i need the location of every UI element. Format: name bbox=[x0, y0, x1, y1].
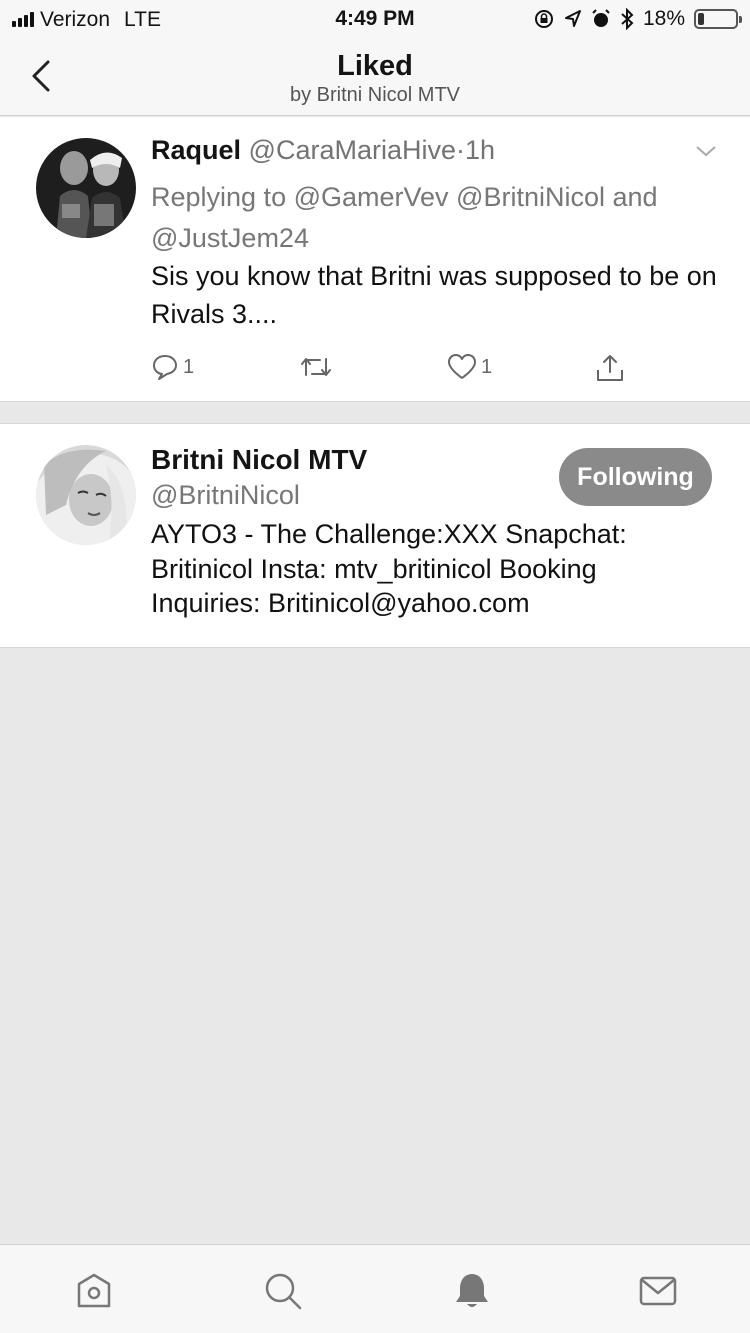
tweet-author-handle[interactable]: @CaraMariaHive bbox=[249, 135, 456, 165]
tweet-actions: 1 1 bbox=[0, 353, 750, 387]
tweet-header: Raquel @CaraMariaHive·1h bbox=[151, 135, 495, 166]
tweet-replying-to[interactable]: Replying to @GamerVev @BritniNicol and @… bbox=[151, 177, 721, 259]
rotation-lock-icon bbox=[534, 10, 553, 28]
tweet-card[interactable]: Raquel @CaraMariaHive·1h Replying to @Ga… bbox=[0, 117, 750, 402]
status-bar: Verizon LTE 4:49 PM 18% bbox=[0, 0, 750, 40]
heart-icon bbox=[448, 354, 476, 379]
tweet-separator: · bbox=[456, 135, 466, 165]
retweet-button[interactable] bbox=[299, 353, 333, 381]
share-icon bbox=[597, 355, 623, 381]
location-icon bbox=[564, 10, 581, 27]
alarm-icon bbox=[592, 9, 610, 27]
user-card[interactable]: Britni Nicol MTV @BritniNicol AYTO3 - Th… bbox=[0, 423, 750, 648]
avatar-photo bbox=[36, 138, 136, 238]
messages-icon[interactable] bbox=[638, 1271, 678, 1311]
page-subtitle: by Britni Nicol MTV bbox=[289, 84, 461, 106]
share-button[interactable] bbox=[595, 353, 625, 383]
reply-count: 1 bbox=[183, 355, 195, 378]
battery-level bbox=[698, 13, 704, 25]
tweet-time: 1h bbox=[465, 135, 496, 165]
tweet-author-name[interactable]: Raquel bbox=[151, 135, 241, 165]
tweet-text: Sis you know that Britni was supposed to… bbox=[151, 261, 717, 329]
avatar-photo bbox=[36, 445, 136, 545]
notifications-icon[interactable] bbox=[452, 1271, 492, 1311]
tab-bar bbox=[0, 1244, 750, 1333]
status-right: 18% bbox=[533, 7, 742, 31]
like-button[interactable]: 1 bbox=[447, 353, 492, 381]
avatar[interactable] bbox=[36, 138, 136, 238]
search-icon[interactable] bbox=[263, 1271, 303, 1311]
battery-icon bbox=[694, 9, 742, 29]
chevron-down-icon[interactable] bbox=[694, 143, 718, 159]
user-handle[interactable]: @BritniNicol bbox=[151, 480, 300, 511]
avatar[interactable] bbox=[36, 445, 136, 545]
following-button[interactable]: Following bbox=[559, 448, 712, 506]
retweet-icon bbox=[301, 358, 331, 376]
user-display-name[interactable]: Britni Nicol MTV bbox=[151, 444, 367, 476]
nav-bar: Liked by Britni Nicol MTV bbox=[0, 40, 750, 116]
bluetooth-icon bbox=[621, 8, 634, 30]
user-bio: AYTO3 - The Challenge:XXX Snapchat: Brit… bbox=[151, 519, 627, 618]
page-title: Liked bbox=[337, 50, 413, 82]
like-count: 1 bbox=[481, 355, 493, 378]
reply-button[interactable]: 1 bbox=[151, 353, 194, 381]
reply-icon bbox=[153, 355, 177, 380]
battery-percent: 18% bbox=[642, 7, 685, 30]
home-icon[interactable] bbox=[74, 1271, 114, 1311]
